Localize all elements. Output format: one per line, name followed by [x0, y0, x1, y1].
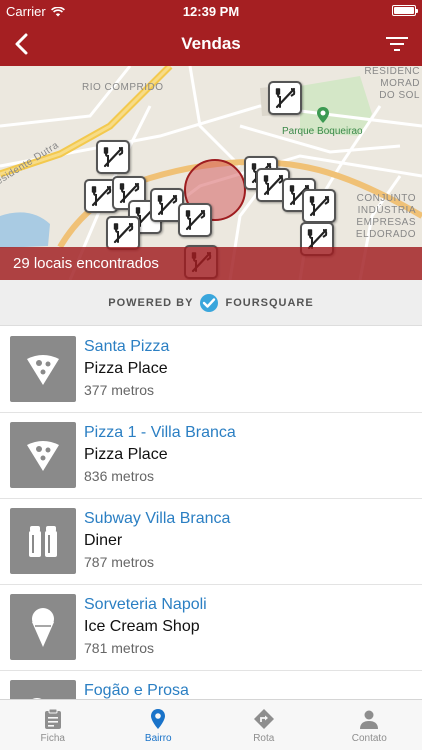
list-item[interactable]: Sorveteria Napoli Ice Cream Shop 781 met… [0, 585, 422, 671]
map-label-line: CONJUNTO [356, 193, 416, 204]
place-category: Pizza Place [84, 360, 168, 377]
place-thumbnail [10, 422, 76, 488]
place-thumbnail [10, 594, 76, 660]
restaurant-map-pin[interactable] [178, 203, 212, 237]
tab-rota[interactable]: Rota [211, 700, 317, 750]
map-label-residence: RESIDENC MORAD DO SOL [364, 66, 420, 102]
clock: 12:39 PM [182, 4, 240, 19]
fork-knife-icon [275, 87, 296, 109]
place-name[interactable]: Subway Villa Branca [84, 510, 230, 528]
route-sign-icon [253, 709, 274, 729]
tab-label: Bairro [144, 733, 172, 744]
fork-knife-icon [309, 195, 330, 217]
fork-knife-icon [103, 146, 124, 168]
map-view[interactable]: RIO COMPRIDO RESIDENC MORAD DO SOL CONJU… [0, 66, 422, 280]
list-item[interactable]: Fogão e Prosa [0, 671, 422, 699]
fork-knife-icon [157, 194, 178, 216]
results-count-banner: 29 locais encontrados [0, 247, 422, 280]
pizza-icon [27, 441, 59, 471]
ice-cream-icon [32, 608, 54, 647]
place-distance: 781 metros [84, 640, 155, 656]
location-pin-icon [151, 709, 166, 729]
tab-label: Ficha [40, 733, 65, 744]
tab-label: Rota [253, 733, 275, 744]
map-label-line: EMPRESAS [356, 217, 416, 228]
restaurant-map-pin[interactable] [96, 140, 130, 174]
place-name[interactable]: Fogão e Prosa [84, 682, 189, 699]
foursquare-logo-icon [200, 293, 219, 312]
map-label-line: RESIDENC [364, 66, 420, 77]
app-header: Carrier 12:39 PM Vendas [0, 0, 422, 66]
place-category: Ice Cream Shop [84, 618, 200, 635]
restaurant-map-pin[interactable] [106, 216, 140, 250]
powered-by-label: POWERED BY [108, 296, 194, 309]
map-label-conjunto: CONJUNTO INDÚSTRIA EMPRESAS ELDORADO [356, 193, 416, 241]
map-label-line: ELDORADO [355, 229, 416, 240]
salt-shaker-icon [29, 526, 57, 557]
fork-knife-icon [263, 174, 284, 196]
battery-icon [392, 5, 418, 16]
clipboard-icon [44, 708, 61, 729]
restaurant-map-pin[interactable] [302, 189, 336, 223]
place-name[interactable]: Santa Pizza [84, 338, 169, 356]
place-category: Pizza Place [84, 446, 168, 463]
map-label-rio-comprido: RIO COMPRIDO [82, 82, 164, 93]
park-marker-icon [317, 107, 329, 123]
place-name[interactable]: Pizza 1 - Villa Branca [84, 424, 236, 442]
list-item[interactable]: Subway Villa Branca Diner 787 metros [0, 499, 422, 585]
fork-knife-icon [91, 185, 112, 207]
filter-button[interactable] [384, 32, 410, 56]
filter-icon [386, 37, 408, 51]
fork-knife-icon [113, 222, 134, 244]
place-distance: 787 metros [84, 554, 155, 570]
list-item[interactable]: Santa Pizza Pizza Place 377 metros [0, 327, 422, 413]
restaurant-map-pin[interactable] [268, 81, 302, 115]
navigation-bar: Vendas [0, 22, 422, 66]
list-item[interactable]: Pizza 1 - Villa Branca Pizza Place 836 m… [0, 413, 422, 499]
places-list: Santa Pizza Pizza Place 377 metros Pizza… [0, 327, 422, 699]
tab-label: Contato [351, 733, 387, 744]
page-title: Vendas [181, 34, 241, 53]
tab-ficha[interactable]: Ficha [0, 700, 106, 750]
tab-bairro[interactable]: Bairro [106, 700, 212, 750]
place-name[interactable]: Sorveteria Napoli [84, 596, 207, 614]
tab-bar: Ficha Bairro Rota Contato [0, 699, 422, 750]
map-label-line: INDÚSTRIA [357, 205, 416, 216]
place-thumbnail [10, 336, 76, 402]
map-label-park: Parque Boqueirao [282, 126, 363, 137]
place-distance: 377 metros [84, 382, 155, 398]
pizza-icon [27, 355, 59, 385]
powered-by-bar: POWERED BY FOURSQUARE [0, 280, 422, 326]
fork-knife-icon [185, 209, 206, 231]
map-label-line: MORAD [380, 78, 420, 89]
status-bar: Carrier 12:39 PM [0, 0, 422, 22]
place-thumbnail [10, 680, 76, 699]
foursquare-brand: FOURSQUARE [225, 296, 314, 309]
tab-contato[interactable]: Contato [317, 700, 422, 750]
place-category: Diner [84, 532, 123, 549]
map-label-line: DO SOL [379, 90, 420, 101]
place-distance: 836 metros [84, 468, 155, 484]
place-thumbnail [10, 508, 76, 574]
person-icon [360, 710, 379, 729]
